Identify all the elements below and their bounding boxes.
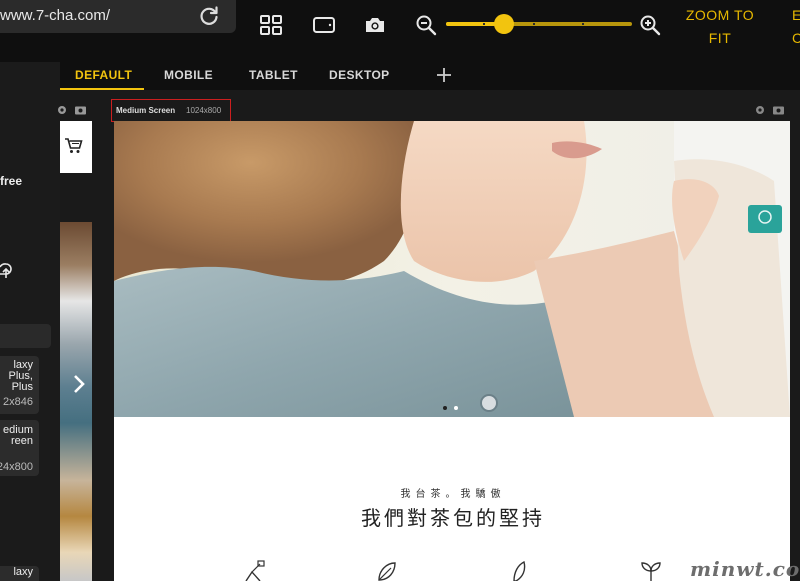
cut-off-toolbar-item[interactable]: E C [792, 4, 800, 50]
cloud-upload-icon[interactable] [0, 262, 16, 280]
gear-icon [58, 106, 66, 114]
teabag-icon [245, 560, 265, 581]
section-title: 我們對茶包的堅持 [361, 506, 545, 530]
device-preset-bottom[interactable]: laxy [0, 566, 39, 581]
sidebar-search-input[interactable] [0, 324, 51, 348]
tea-leaf-icon [513, 560, 526, 581]
mobile-hero-image [60, 222, 92, 581]
url-text[interactable]: www.7-cha.com/ [0, 7, 110, 24]
rotate-device-icon[interactable] [311, 12, 337, 38]
preview-controls[interactable] [754, 104, 788, 116]
tab-desktop[interactable]: DESKTOP [329, 62, 390, 90]
section-subtitle: 我台茶。我驕傲 [400, 489, 506, 500]
reload-icon[interactable] [197, 4, 221, 28]
grid-view-icon[interactable] [258, 12, 284, 38]
url-bar[interactable]: www.7-cha.com/ [0, 0, 236, 33]
mobile-preview-controls[interactable] [55, 104, 91, 116]
screen-size: 1024x800 [186, 106, 222, 115]
cut-off-label-2: C [792, 30, 800, 46]
zoom-out-icon[interactable] [413, 12, 439, 38]
carousel-dot-active[interactable] [443, 406, 447, 410]
zoom-slider-tick [582, 23, 584, 25]
camera-icon [75, 106, 86, 115]
mobile-header [60, 121, 92, 173]
left-sidebar: free laxy Plus, Plus 2x846 edium reen 24… [0, 62, 60, 581]
top-toolbar: www.7-cha.com/ ZOOM TO FIT E C [0, 0, 800, 62]
cart-icon[interactable] [64, 137, 84, 155]
carousel-dot[interactable] [454, 406, 458, 410]
device-name-line: reen [10, 435, 33, 447]
zoom-to-fit-button[interactable]: ZOOM TO FIT [680, 4, 760, 50]
zoom-slider-tick [483, 23, 485, 25]
zoom-in-icon[interactable] [637, 12, 663, 38]
chevron-right-icon[interactable] [72, 374, 86, 394]
screen-name: Medium Screen [116, 106, 176, 115]
watermark: minwt.com [690, 557, 800, 581]
hero-photo [114, 121, 790, 417]
device-name-line: Plus [11, 381, 33, 393]
sidebar-free-text: free [0, 174, 23, 188]
camera-icon[interactable] [362, 12, 388, 38]
sprout-icon [641, 562, 661, 581]
device-size: 2x846 [3, 396, 33, 408]
add-tab-icon[interactable] [436, 67, 452, 83]
tab-tablet[interactable]: TABLET [249, 62, 298, 90]
zoom-slider-knob[interactable] [493, 14, 514, 34]
cut-off-label-1: E [792, 7, 800, 23]
device-preset-medium-screen[interactable]: edium reen 24x800 [0, 420, 39, 476]
leaf-icon [378, 562, 396, 581]
gear-icon [756, 106, 764, 114]
device-size: 24x800 [0, 461, 33, 473]
tab-default[interactable]: DEFAULT [75, 62, 132, 90]
device-preset-galaxy[interactable]: laxy Plus, Plus 2x846 [0, 356, 39, 414]
view-tabs: DEFAULT MOBILE TABLET DESKTOP [60, 62, 800, 90]
zoom-slider-tick [533, 23, 535, 25]
tab-mobile[interactable]: MOBILE [164, 62, 213, 90]
camera-icon [773, 106, 784, 115]
